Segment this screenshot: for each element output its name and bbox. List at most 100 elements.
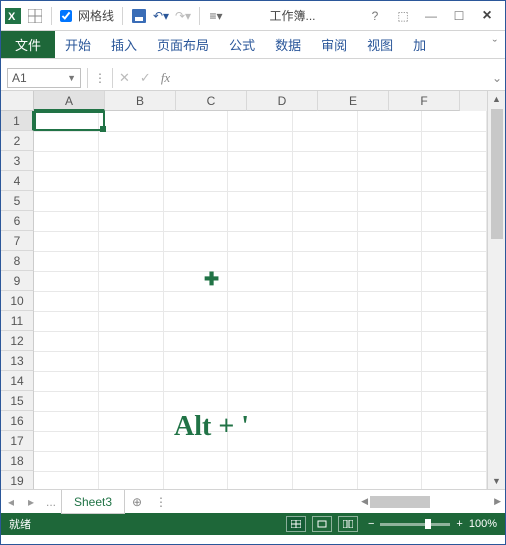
cell[interactable] xyxy=(422,331,487,351)
col-header[interactable]: A xyxy=(34,91,105,111)
cell[interactable] xyxy=(34,131,99,151)
cell[interactable] xyxy=(34,111,99,131)
cell[interactable] xyxy=(228,231,293,251)
save-icon[interactable] xyxy=(131,8,147,24)
cell[interactable] xyxy=(99,431,164,451)
cell[interactable] xyxy=(357,271,422,291)
cell[interactable] xyxy=(34,471,99,489)
cell[interactable] xyxy=(422,111,487,131)
cell[interactable] xyxy=(357,171,422,191)
cell[interactable] xyxy=(34,231,99,251)
cell[interactable] xyxy=(34,211,99,231)
cell[interactable] xyxy=(99,311,164,331)
cell[interactable] xyxy=(99,111,164,131)
cell[interactable] xyxy=(293,131,358,151)
col-header[interactable]: C xyxy=(176,91,247,111)
close-button[interactable]: × xyxy=(473,7,501,25)
col-header[interactable]: D xyxy=(247,91,318,111)
cell[interactable] xyxy=(422,191,487,211)
tab-formulas[interactable]: 公式 xyxy=(219,31,265,58)
cell[interactable] xyxy=(163,151,228,171)
cell[interactable] xyxy=(34,251,99,271)
zoom-out-button[interactable]: − xyxy=(368,518,374,530)
cell[interactable] xyxy=(99,291,164,311)
scroll-left-icon[interactable]: ◀ xyxy=(361,496,368,507)
add-sheet-button[interactable]: ⊕ xyxy=(125,495,149,509)
col-header[interactable]: B xyxy=(105,91,176,111)
cell[interactable] xyxy=(163,231,228,251)
gridlines-checkbox[interactable] xyxy=(60,10,72,22)
cell[interactable] xyxy=(34,291,99,311)
cell[interactable] xyxy=(163,451,228,471)
cell[interactable] xyxy=(34,271,99,291)
cell[interactable] xyxy=(357,291,422,311)
cell[interactable] xyxy=(422,311,487,331)
row-header[interactable]: 3 xyxy=(1,151,34,171)
cell[interactable] xyxy=(357,471,422,489)
row-header[interactable]: 8 xyxy=(1,251,34,271)
tab-view[interactable]: 视图 xyxy=(357,31,403,58)
cell[interactable] xyxy=(228,351,293,371)
cell[interactable] xyxy=(293,151,358,171)
tab-file[interactable]: 文件 xyxy=(1,31,55,58)
cell[interactable] xyxy=(163,431,228,451)
column-headers[interactable]: ABCDEF xyxy=(34,91,487,111)
scroll-up-icon[interactable]: ▲ xyxy=(488,91,505,107)
cell[interactable] xyxy=(34,451,99,471)
dots-icon[interactable]: ⋮ xyxy=(149,495,173,509)
cell[interactable] xyxy=(228,371,293,391)
cell[interactable] xyxy=(228,391,293,411)
cell[interactable] xyxy=(34,311,99,331)
ribbon-display-button[interactable]: ⬚ xyxy=(389,9,417,23)
cell[interactable] xyxy=(34,151,99,171)
cell[interactable] xyxy=(228,251,293,271)
cell[interactable] xyxy=(228,151,293,171)
cell[interactable] xyxy=(163,411,228,431)
cell[interactable] xyxy=(293,351,358,371)
row-header[interactable]: 17 xyxy=(1,431,34,451)
row-header[interactable]: 10 xyxy=(1,291,34,311)
cell[interactable] xyxy=(422,231,487,251)
row-header[interactable]: 2 xyxy=(1,131,34,151)
cell[interactable] xyxy=(293,231,358,251)
maximize-button[interactable]: ☐ xyxy=(445,9,473,23)
row-header[interactable]: 12 xyxy=(1,331,34,351)
cell[interactable] xyxy=(228,451,293,471)
cell[interactable] xyxy=(34,431,99,451)
expand-formula-icon[interactable]: ⌄ xyxy=(489,71,505,85)
cell[interactable] xyxy=(422,431,487,451)
hscroll-thumb[interactable] xyxy=(370,496,430,508)
row-headers[interactable]: 12345678910111213141516171819 xyxy=(1,111,34,489)
cell[interactable] xyxy=(357,331,422,351)
tab-review[interactable]: 审阅 xyxy=(311,31,357,58)
cells-area[interactable]: ✚ Alt + ' xyxy=(34,111,487,489)
cell[interactable] xyxy=(34,171,99,191)
cell[interactable] xyxy=(228,131,293,151)
cell[interactable] xyxy=(293,451,358,471)
cell[interactable] xyxy=(357,231,422,251)
cell[interactable] xyxy=(163,371,228,391)
help-button[interactable]: ? xyxy=(361,9,389,23)
row-header[interactable]: 16 xyxy=(1,411,34,431)
select-all-corner[interactable] xyxy=(1,91,34,111)
fx-icon[interactable]: fx xyxy=(161,70,170,86)
cell[interactable] xyxy=(293,331,358,351)
minimize-button[interactable]: — xyxy=(417,9,445,23)
cell[interactable] xyxy=(163,111,228,131)
cell[interactable] xyxy=(163,391,228,411)
chevron-down-icon[interactable]: ▼ xyxy=(67,73,76,83)
cell[interactable] xyxy=(422,371,487,391)
cell[interactable] xyxy=(228,331,293,351)
row-header[interactable]: 13 xyxy=(1,351,34,371)
vertical-scrollbar[interactable]: ▲ ▼ xyxy=(487,91,505,489)
col-header[interactable]: F xyxy=(389,91,460,111)
cell[interactable] xyxy=(422,471,487,489)
cell[interactable] xyxy=(357,351,422,371)
cell[interactable] xyxy=(422,291,487,311)
cell[interactable] xyxy=(99,251,164,271)
cell[interactable] xyxy=(293,271,358,291)
tab-addins[interactable]: 加 xyxy=(403,31,436,58)
cell[interactable] xyxy=(422,271,487,291)
row-header[interactable]: 19 xyxy=(1,471,34,489)
row-header[interactable]: 18 xyxy=(1,451,34,471)
